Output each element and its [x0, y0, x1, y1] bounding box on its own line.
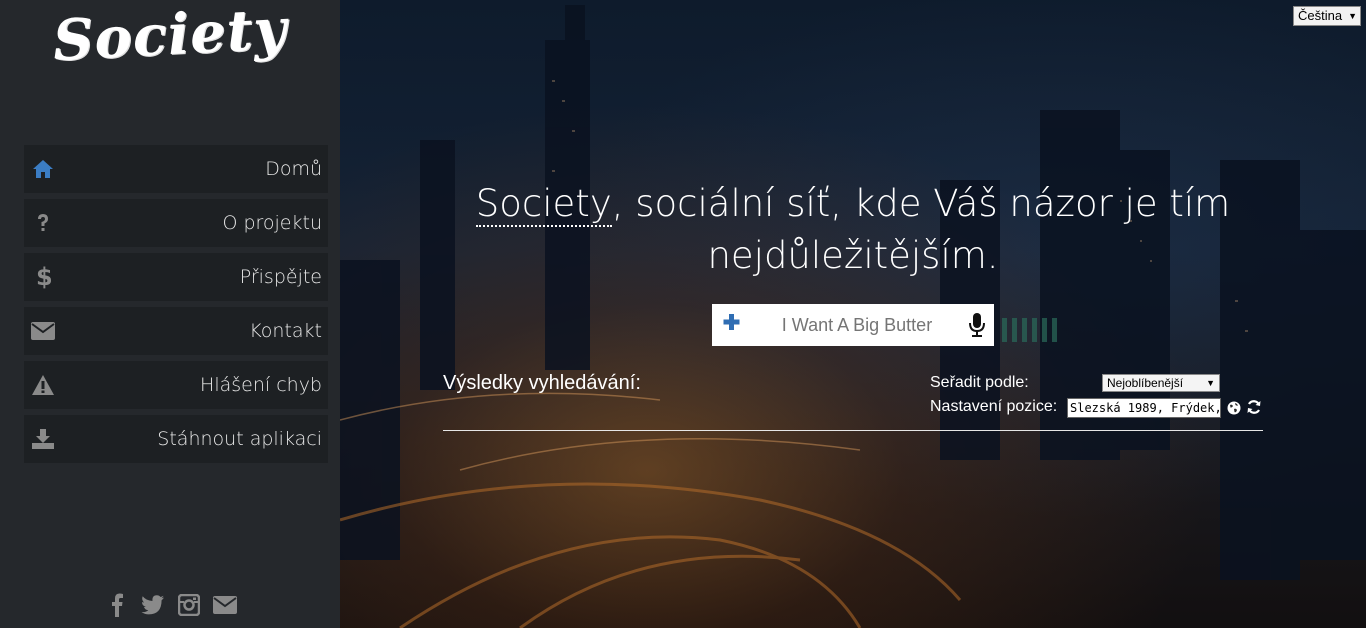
language-select[interactable]: Čeština ▼ — [1293, 6, 1361, 26]
main-content: Čeština ▼ Society, sociální síť, kde Váš… — [340, 0, 1366, 628]
sidebar-item-label: O projektu — [222, 212, 322, 234]
warning-icon — [30, 371, 56, 399]
sort-select-value: Nejoblíbenější — [1107, 376, 1184, 390]
sidebar: Society Domů O projektu $ Přispějte Kont… — [0, 0, 340, 628]
language-select-value: Čeština — [1298, 8, 1343, 23]
sidebar-item-label: Přispějte — [239, 266, 322, 288]
sidebar-item-label: Kontakt — [249, 320, 322, 342]
envelope-icon — [30, 317, 56, 345]
question-icon — [30, 209, 56, 237]
search-input[interactable] — [764, 310, 950, 340]
sidebar-item-about[interactable]: O projektu — [24, 199, 328, 247]
results-title: Výsledky vyhledávání: — [443, 372, 641, 394]
dollar-icon: $ — [30, 263, 56, 291]
sidebar-nav: Domů O projektu $ Přispějte Kontakt Hláš… — [24, 145, 328, 469]
sidebar-item-donate[interactable]: $ Přispějte — [24, 253, 328, 301]
headline-text: , sociální síť, kde Váš názor je tím nej… — [611, 182, 1231, 277]
page-headline: Society, sociální síť, kde Váš názor je … — [470, 178, 1236, 282]
facebook-icon[interactable] — [104, 592, 130, 618]
sidebar-item-label: Hlášení chyb — [200, 374, 322, 396]
sort-label: Seřadit podle: — [930, 374, 1029, 391]
globe-icon[interactable] — [1227, 400, 1241, 415]
social-links — [104, 592, 238, 618]
envelope-icon[interactable] — [212, 592, 238, 618]
refresh-icon[interactable] — [1246, 399, 1262, 415]
sidebar-item-home[interactable]: Domů — [24, 145, 328, 193]
sidebar-item-bug-report[interactable]: Hlášení chyb — [24, 361, 328, 409]
home-icon — [30, 155, 56, 183]
download-icon — [30, 425, 56, 453]
headline-abbr: Society — [475, 182, 612, 227]
position-label: Nastavení pozice: — [930, 398, 1058, 415]
results-divider — [443, 430, 1263, 431]
svg-text:$: $ — [36, 264, 51, 290]
search-bar — [712, 304, 994, 346]
sidebar-item-label: Domů — [265, 158, 322, 180]
sidebar-item-contact[interactable]: Kontakt — [24, 307, 328, 355]
instagram-icon[interactable] — [176, 592, 202, 618]
sidebar-item-label: Stáhnout aplikaci — [157, 428, 322, 450]
microphone-icon[interactable] — [968, 312, 986, 338]
chevron-down-icon: ▼ — [1206, 378, 1215, 388]
position-input[interactable]: Slezská 1989, Frýdek, 738 — [1067, 398, 1221, 418]
sidebar-item-download[interactable]: Stáhnout aplikaci — [24, 415, 328, 463]
chevron-down-icon: ▼ — [1348, 11, 1357, 21]
twitter-icon[interactable] — [140, 592, 166, 618]
sort-select[interactable]: Nejoblíbenější ▼ — [1102, 374, 1220, 392]
plus-icon[interactable] — [721, 312, 743, 334]
logo[interactable]: Society — [0, 0, 341, 77]
